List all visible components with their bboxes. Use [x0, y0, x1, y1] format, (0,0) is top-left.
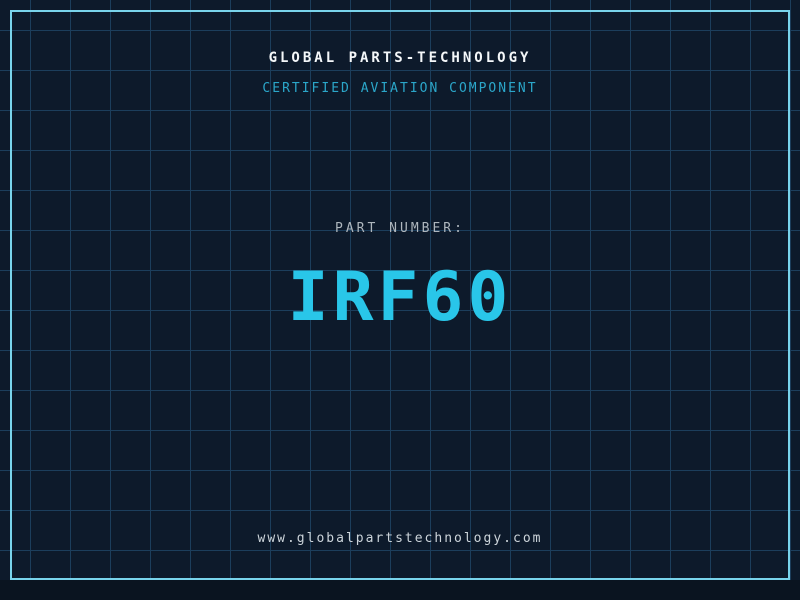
certification-subtitle: CERTIFIED AVIATION COMPONENT	[0, 81, 800, 96]
part-number-value: IRF60	[0, 258, 800, 337]
website-url: www.globalpartstechnology.com	[0, 531, 800, 546]
company-title: GLOBAL PARTS-TECHNOLOGY	[0, 50, 800, 66]
certificate-page: GLOBAL PARTS-TECHNOLOGY CERTIFIED AVIATI…	[0, 0, 800, 600]
part-number-label: PART NUMBER:	[0, 221, 800, 236]
bottom-strip	[0, 580, 800, 600]
